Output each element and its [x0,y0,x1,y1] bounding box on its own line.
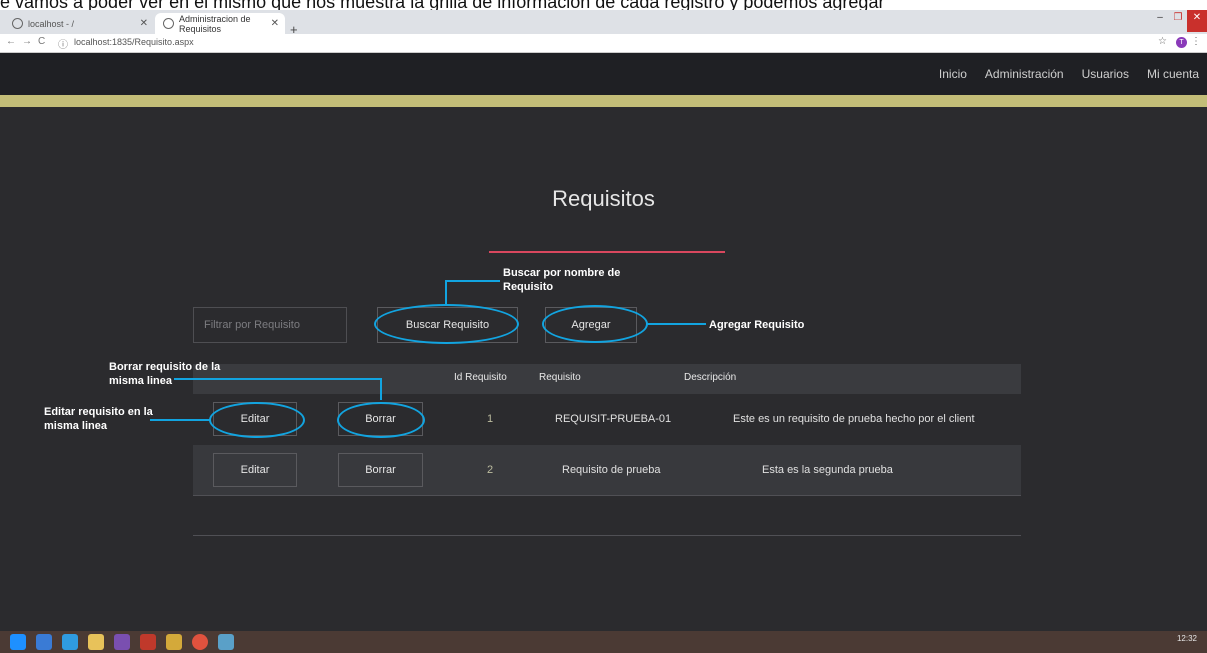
close-tab-icon[interactable]: ✕ [140,18,148,29]
annotation-line: misma linea [109,375,172,387]
header-descripcion: Descripción [684,372,737,383]
document-text-fragment: e vamos a poder ver en el mismo que nos … [0,0,1207,10]
chrome-icon[interactable] [192,634,208,650]
annotation-line: Requisito [503,281,554,293]
cell-id: 2 [487,464,494,476]
close-window-icon[interactable]: ✕ [1187,10,1207,32]
reload-icon[interactable]: C [38,36,45,47]
tab-administracion-requisitos[interactable]: Administracion de Requisitos ✕ [155,13,285,34]
cell-id: 1 [487,413,494,425]
annotation-borrar: Borrar requisito de la misma linea [109,360,220,388]
annotation-editar: Editar requisito en la misma linea [44,405,153,433]
maximize-icon[interactable]: ❐ [1169,10,1187,32]
cell-descripcion: Este es un requisito de prueba hecho por… [733,413,975,425]
nav-item-mi-cuenta[interactable]: Mi cuenta [1147,67,1199,81]
window-controls: – ❐ ✕ [1151,10,1207,32]
file-explorer-icon[interactable] [88,634,104,650]
explorer-app-icon[interactable] [36,634,52,650]
app-red-icon[interactable] [140,634,156,650]
url-field[interactable]: localhost:1835/Requisito.aspx [74,37,194,47]
app-blue-icon[interactable] [218,634,234,650]
info-icon: ⓘ [58,40,68,51]
internet-explorer-icon[interactable] [62,634,78,650]
tab-label: Administracion de Requisitos [179,13,251,34]
document-text: e vamos a poder ver en el mismo que nos … [0,0,885,10]
agregar-button[interactable]: Agregar [545,307,637,343]
annotation-agregar: Agregar Requisito [709,319,805,331]
tab-localhost[interactable]: localhost - / ✕ [4,13,154,34]
nav-item-inicio[interactable]: Inicio [939,67,967,81]
table-row: Editar Borrar 1 REQUISIT-PRUEBA-01 Este … [193,394,1021,444]
borrar-button[interactable]: Borrar [338,402,423,436]
page-title: Requisitos [552,186,655,211]
nav-item-usuarios[interactable]: Usuarios [1082,67,1129,81]
accent-bar [0,95,1207,107]
page-content: Inicio Administración Usuarios Mi cuenta… [0,53,1207,631]
globe-icon [12,18,23,29]
menu-kebab-icon[interactable]: ⋮ [1191,36,1201,47]
annotation-line: Buscar por nombre de [503,267,621,279]
bookmark-star-icon[interactable]: ☆ [1158,36,1167,47]
forward-arrow-icon[interactable]: → [22,36,32,47]
cell-descripcion: Esta es la segunda prueba [762,464,893,476]
table-row: Editar Borrar 2 Requisito de prueba Esta… [193,445,1021,496]
minimize-icon[interactable]: – [1151,10,1169,32]
address-bar: ← → C ⓘ localhost:1835/Requisito.aspx ☆ … [0,34,1207,53]
annotation-line: misma linea [44,420,107,432]
annotation-line: Editar requisito en la [44,406,153,418]
windows-taskbar: 12:32 [0,631,1207,653]
browser-tab-strip: localhost - / ✕ Administracion de Requis… [0,10,1207,37]
app-yellow-icon[interactable] [166,634,182,650]
close-tab-icon[interactable]: ✕ [271,18,279,29]
tab-label: localhost - / [28,18,75,29]
top-navigation: Inicio Administración Usuarios Mi cuenta [0,53,1207,95]
annotation-line: Borrar requisito de la [109,361,221,373]
cell-requisito: Requisito de prueba [562,464,661,476]
table-bottom-divider [193,535,1021,536]
borrar-button[interactable]: Borrar [338,453,423,487]
nav-menu: Inicio Administración Usuarios Mi cuenta [939,67,1199,81]
nav-item-administracion[interactable]: Administración [985,67,1064,81]
editar-button[interactable]: Editar [213,402,297,436]
filter-requisito-input[interactable] [193,307,347,343]
header-requisito: Requisito [539,372,581,383]
visual-studio-icon[interactable] [114,634,130,650]
editar-button[interactable]: Editar [213,453,297,487]
system-tray: 12:32 [1177,635,1197,643]
title-underline [489,251,725,253]
start-windows-icon[interactable] [10,634,26,650]
globe-icon [163,18,174,29]
back-arrow-icon[interactable]: ← [6,36,16,47]
profile-avatar[interactable]: T [1176,37,1187,48]
cell-requisito: REQUISIT-PRUEBA-01 [555,413,672,425]
clock-time[interactable]: 12:32 [1177,634,1197,643]
table-header: Id Requisito Requisito Descripción [193,364,1021,394]
annotation-buscar: Buscar por nombre de Requisito [503,266,620,294]
header-id-requisito: Id Requisito [454,372,507,383]
buscar-requisito-button[interactable]: Buscar Requisito [377,307,518,343]
